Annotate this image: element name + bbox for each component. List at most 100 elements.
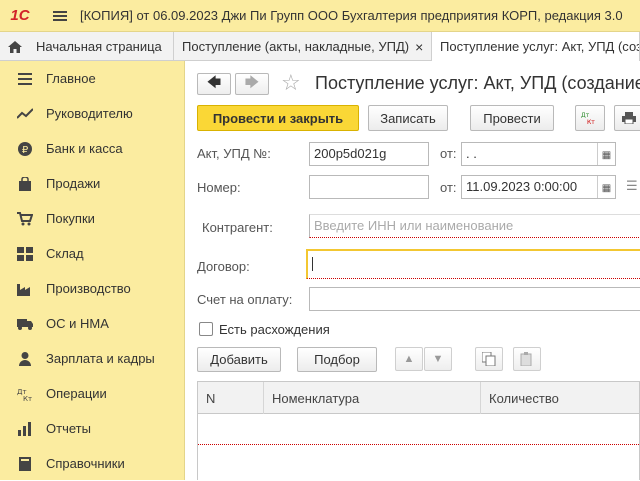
factory-icon (16, 281, 34, 297)
sidebar: Главное Руководителю ₽ Банк и касса Прод… (0, 61, 185, 480)
move-down-button[interactable]: ▼ (424, 347, 452, 371)
invoice-label: Счет на оплату: (197, 292, 293, 307)
truck-icon (16, 316, 34, 332)
tab-service-receipt[interactable]: Поступление услуг: Акт, УПД (создание) (432, 32, 640, 61)
arrow-up-icon: ▲ (403, 353, 415, 365)
number-field[interactable] (309, 175, 429, 199)
sidebar-item-warehouse[interactable]: Склад (0, 236, 184, 271)
document-form: 🡄 🡆 ☆ Поступление услуг: Акт, УПД (созда… (186, 61, 640, 480)
sidebar-item-label: Производство (46, 281, 131, 296)
sidebar-item-label: Руководителю (46, 106, 133, 121)
from-label: от: (440, 180, 457, 195)
back-button[interactable]: 🡄 (197, 73, 231, 95)
calendar-icon[interactable]: ▦ (597, 143, 615, 165)
sidebar-item-salary[interactable]: Зарплата и кадры (0, 341, 184, 376)
arrow-down-icon: ▼ (432, 353, 444, 365)
goods-table: N Номенклатура Количество (197, 381, 640, 480)
sidebar-item-manager[interactable]: Руководителю (0, 96, 184, 131)
number-label: Номер: (197, 180, 241, 195)
bag-icon (16, 176, 34, 192)
sidebar-item-label: Главное (46, 71, 96, 86)
act-number-label: Акт, УПД №: (197, 146, 271, 161)
arrow-right-icon: 🡆 (244, 74, 260, 90)
sidebar-item-operations[interactable]: Дт Кт Операции (0, 376, 184, 411)
tab-label: Поступление услуг: Акт, УПД (создание) (440, 39, 639, 54)
arrow-left-icon: 🡄 (206, 74, 222, 90)
tab-receipts-list[interactable]: Поступление (акты, накладные, УПД) × (174, 32, 432, 61)
sidebar-item-label: Справочники (46, 456, 125, 471)
tab-home[interactable]: Начальная страница (0, 32, 174, 61)
calendar-icon[interactable]: ▦ (597, 176, 615, 198)
discrepancy-label: Есть расхождения (219, 322, 330, 337)
column-header-quantity[interactable]: Количество (481, 382, 639, 414)
svg-text:Дт: Дт (581, 112, 590, 119)
trend-icon (16, 106, 34, 122)
invoice-field[interactable] (309, 287, 640, 311)
tab-bar: Начальная страница Поступление (акты, на… (0, 32, 640, 61)
close-icon[interactable]: × (415, 39, 423, 55)
act-date-field[interactable]: . . ▦ (461, 142, 616, 166)
sidebar-item-fixed-assets[interactable]: ОС и НМА (0, 306, 184, 341)
comment-icon[interactable]: ☰ (626, 178, 638, 194)
cart-icon (16, 211, 34, 227)
sidebar-item-label: Покупки (46, 211, 95, 226)
sidebar-item-label: Операции (46, 386, 107, 401)
contractor-field[interactable]: Введите ИНН или наименование (309, 214, 640, 238)
svg-text:Кт: Кт (587, 119, 595, 125)
sidebar-item-bank[interactable]: ₽ Банк и касса (0, 131, 184, 166)
home-icon (8, 40, 22, 53)
contract-label: Договор: (197, 259, 250, 274)
from-label: от: (440, 146, 457, 161)
person-icon (16, 351, 34, 367)
book-icon (16, 456, 34, 472)
post-button[interactable]: Провести (470, 105, 554, 131)
act-number-value: 200p5d021g (314, 146, 387, 161)
window-title: [КОПИЯ] от 06.09.2023 Джи Пи Групп ООО Б… (80, 8, 623, 23)
svg-text:₽: ₽ (22, 145, 29, 156)
tab-label: Поступление (акты, накладные, УПД) (182, 39, 410, 54)
page-title: Поступление услуг: Акт, УПД (создание) (315, 73, 640, 93)
1c-logo[interactable]: 1С (0, 0, 40, 32)
post-and-close-button[interactable]: Провести и закрыть (197, 105, 359, 131)
main-menu-icon[interactable] (40, 9, 80, 23)
act-date-value: . . (466, 146, 477, 161)
paste-icon (520, 352, 532, 366)
dt-kt-button[interactable]: Дт Кт (575, 105, 605, 131)
menu-icon (16, 71, 34, 87)
sidebar-item-production[interactable]: Производство (0, 271, 184, 306)
act-number-field[interactable]: 200p5d021g (309, 142, 429, 166)
sidebar-item-label: Продажи (46, 176, 101, 191)
dt-kt-icon: Дт Кт (16, 386, 34, 402)
dt-kt-icon: Дт Кт (581, 112, 595, 125)
sidebar-item-directories[interactable]: Справочники (0, 446, 184, 481)
copy-button[interactable] (475, 347, 503, 371)
sidebar-item-purchases[interactable]: Покупки (0, 201, 184, 236)
title-bar: 1С [КОПИЯ] от 06.09.2023 Джи Пи Групп ОО… (0, 0, 640, 32)
column-header-n[interactable]: N (198, 382, 264, 414)
svg-text:Кт: Кт (23, 395, 32, 401)
text-cursor (312, 257, 313, 271)
report-icon (16, 421, 34, 437)
sidebar-item-label: ОС и НМА (46, 316, 109, 331)
sidebar-item-label: Отчеты (46, 421, 91, 436)
move-up-button[interactable]: ▲ (395, 347, 423, 371)
sidebar-item-label: Зарплата и кадры (46, 351, 155, 366)
contractor-label: Контрагент: (202, 220, 273, 235)
discrepancy-checkbox[interactable] (199, 322, 213, 336)
contract-field[interactable] (306, 249, 640, 279)
select-button[interactable]: Подбор (297, 347, 377, 372)
sidebar-item-reports[interactable]: Отчеты (0, 411, 184, 446)
sidebar-item-main[interactable]: Главное (0, 61, 184, 96)
favorite-star-icon[interactable]: ☆ (281, 70, 301, 96)
sidebar-item-sales[interactable]: Продажи (0, 166, 184, 201)
print-button[interactable] (614, 105, 640, 131)
copy-icon (482, 352, 496, 366)
paste-button[interactable] (513, 347, 541, 371)
contractor-placeholder: Введите ИНН или наименование (314, 218, 514, 233)
date-field[interactable]: 11.09.2023 0:00:00 ▦ (461, 175, 616, 199)
forward-button[interactable]: 🡆 (235, 73, 269, 95)
printer-icon (622, 112, 636, 124)
column-header-nomenclature[interactable]: Номенклатура (264, 382, 481, 414)
add-button[interactable]: Добавить (197, 347, 281, 372)
save-button[interactable]: Записать (368, 105, 448, 131)
